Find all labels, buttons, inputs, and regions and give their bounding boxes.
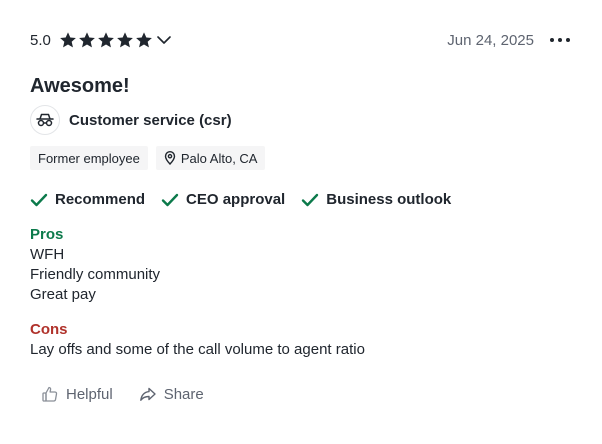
checkmark-icon [302, 193, 319, 206]
cons-heading: Cons [30, 321, 68, 338]
employment-status-tag: Former employee [30, 146, 148, 170]
badge-label: Business outlook [326, 191, 452, 208]
rating-value: 5.0 [30, 31, 51, 49]
more-options-icon[interactable] [550, 34, 570, 46]
badge-recommend: Recommend [30, 191, 145, 208]
checkmark-icon [161, 193, 179, 206]
share-button[interactable]: Share [139, 386, 204, 403]
employment-status-label: Former employee [38, 150, 140, 166]
star-icon [97, 32, 114, 48]
pros-line: Friendly community [30, 266, 161, 283]
badge-label: CEO approval [186, 191, 286, 208]
star-icon [59, 32, 76, 48]
star-rating [59, 31, 153, 49]
review-card: 5.0 Jun 24, 2025 Awesome! Customer servi… [30, 28, 570, 403]
helpful-label: Helpful [66, 385, 113, 403]
job-row: Customer service (csr) [30, 105, 570, 135]
share-arrow-icon [139, 387, 156, 401]
badge-business-outlook: Business outlook [301, 191, 451, 208]
star-icon [78, 32, 95, 48]
review-actions: Helpful Share [41, 385, 570, 403]
review-header: 5.0 Jun 24, 2025 [30, 28, 570, 52]
pros-list: WFH Friendly community Great pay [30, 245, 570, 305]
job-title: Customer service (csr) [69, 111, 232, 129]
hand-thumb-icon [42, 386, 58, 402]
review-title: Awesome! [30, 75, 130, 97]
rating-badges: Recommend CEO approval Business outlook [30, 191, 570, 208]
dot [558, 38, 562, 42]
badge-ceo-approval: CEO approval [161, 191, 285, 208]
location-tag: Palo Alto, CA [155, 146, 266, 170]
badge-label: Recommend [55, 191, 146, 208]
job-vehicle-icon [36, 113, 54, 127]
helpful-button[interactable]: Helpful [41, 385, 113, 403]
pros-line: WFH [30, 246, 65, 263]
cons-list: Lay offs and some of the call volume to … [30, 340, 570, 360]
rating-group: 5.0 [30, 31, 173, 49]
star-icon [135, 32, 152, 48]
dot [566, 38, 570, 42]
header-right: Jun 24, 2025 [447, 32, 570, 49]
share-label: Share [163, 385, 204, 403]
dot [550, 38, 554, 42]
pros-line: Great pay [30, 286, 96, 303]
reviewer-tags: Former employee Palo Alto, CA [30, 146, 570, 170]
pros-heading: Pros [30, 226, 64, 243]
cons-line: Lay offs and some of the call volume to … [30, 341, 365, 358]
review-date: Jun 24, 2025 [447, 31, 534, 49]
location-label: Palo Alto, CA [180, 150, 258, 166]
job-icon-badge [30, 105, 60, 135]
location-pin-icon [164, 151, 176, 165]
checkmark-icon [30, 193, 48, 206]
star-icon [116, 32, 133, 48]
chevron-down-icon[interactable] [155, 31, 173, 49]
